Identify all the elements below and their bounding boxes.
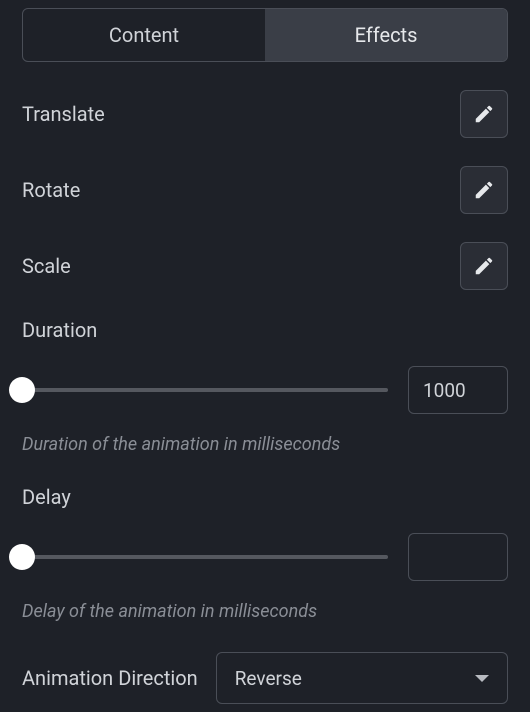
edit-rotate-button[interactable] — [460, 166, 508, 214]
scale-label: Scale — [22, 254, 71, 278]
animation-direction-select[interactable]: Reverse — [216, 652, 508, 704]
delay-slider-thumb[interactable] — [9, 544, 35, 570]
duration-value-input[interactable]: 1000 — [408, 366, 508, 414]
rotate-label: Rotate — [22, 178, 80, 202]
delay-slider[interactable] — [22, 555, 388, 559]
property-translate-row: Translate — [22, 90, 508, 138]
edit-translate-button[interactable] — [460, 90, 508, 138]
animation-direction-value: Reverse — [235, 667, 302, 690]
delay-value-input[interactable] — [408, 533, 508, 581]
duration-helper-text: Duration of the animation in millisecond… — [22, 434, 508, 455]
pencil-icon — [473, 103, 495, 125]
tab-effects[interactable]: Effects — [265, 9, 507, 61]
chevron-down-icon — [475, 675, 489, 682]
duration-slider-thumb[interactable] — [9, 377, 35, 403]
edit-scale-button[interactable] — [460, 242, 508, 290]
animation-direction-row: Animation Direction Reverse — [22, 652, 508, 704]
animation-direction-label: Animation Direction — [22, 666, 198, 690]
duration-control-row: 1000 — [22, 366, 508, 414]
translate-label: Translate — [22, 102, 105, 126]
tab-content[interactable]: Content — [23, 9, 265, 61]
pencil-icon — [473, 255, 495, 277]
tab-bar: Content Effects — [22, 8, 508, 62]
duration-slider[interactable] — [22, 388, 388, 392]
pencil-icon — [473, 179, 495, 201]
delay-helper-text: Delay of the animation in milliseconds — [22, 601, 508, 622]
delay-label: Delay — [22, 485, 508, 509]
property-rotate-row: Rotate — [22, 166, 508, 214]
property-scale-row: Scale — [22, 242, 508, 290]
duration-label: Duration — [22, 318, 508, 342]
delay-control-row — [22, 533, 508, 581]
